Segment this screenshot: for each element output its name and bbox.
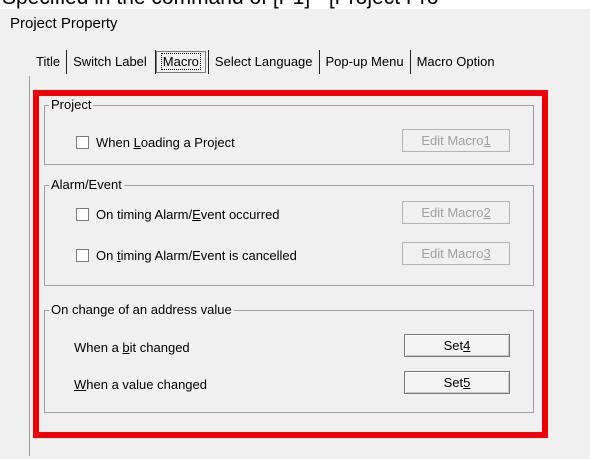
tab-macro-option-label: Macro Option — [416, 54, 495, 69]
tab-switch-label-label: Switch Label — [73, 54, 147, 69]
highlight-frame — [33, 90, 548, 438]
tab-switch-label[interactable]: Switch Label — [66, 50, 153, 74]
tab-macro-label: Macro — [160, 53, 201, 70]
dialog-title: Project Property — [10, 15, 118, 32]
tab-title-label: Title — [36, 54, 61, 69]
tab-macro-option[interactable]: Macro Option — [409, 50, 501, 74]
tab-title[interactable]: Title — [30, 50, 66, 74]
tab-popup-menu-label: Pop-up Menu — [325, 54, 404, 69]
tab-popup-menu[interactable]: Pop-up Menu — [318, 50, 410, 74]
tab-macro[interactable]: Macro — [154, 50, 207, 74]
tab-strip: Title Switch Label Macro Select Language… — [30, 50, 501, 74]
background-caption-fragment: Specified in the command of [P1] - [Proj… — [2, 0, 439, 9]
tab-select-language-label: Select Language — [214, 54, 313, 69]
tab-select-language[interactable]: Select Language — [207, 50, 319, 74]
